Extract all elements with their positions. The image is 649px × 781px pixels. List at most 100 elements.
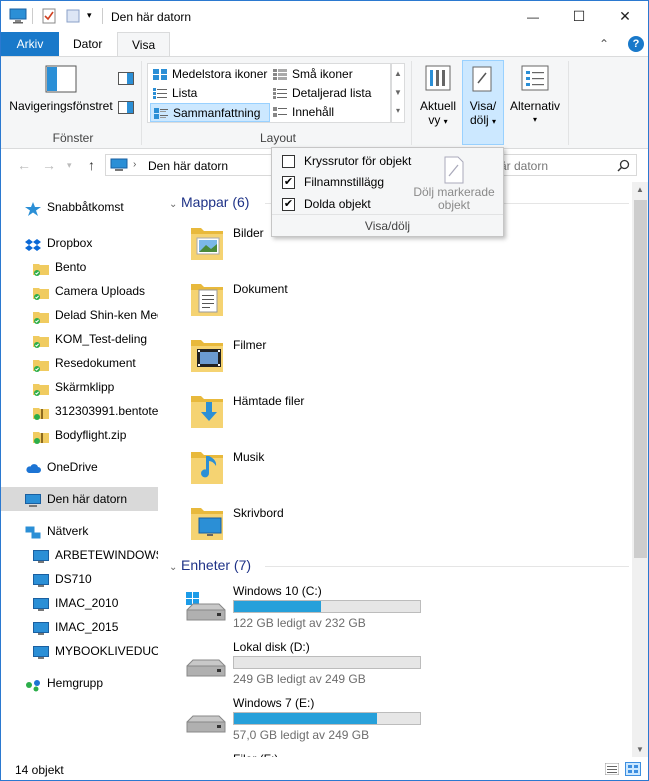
- layout-tiles[interactable]: Sammanfattning: [150, 103, 270, 122]
- nav-item[interactable]: Camera Uploads: [1, 279, 158, 303]
- properties-icon[interactable]: [41, 8, 57, 24]
- navigation-pane-button[interactable]: Navigeringsfönstret: [7, 99, 115, 113]
- layout-content[interactable]: Innehåll: [270, 103, 388, 122]
- drive-item[interactable]: Windows 10 (C:) 122 GB ledigt av 232 GB: [183, 584, 483, 640]
- navigation-pane-icon[interactable]: [45, 65, 77, 93]
- layout-gallery-scroll[interactable]: ▲ ▼ ▾: [391, 63, 405, 123]
- nav-item-label: MYBOOKLIVEDUO: [55, 644, 158, 658]
- nav-item[interactable]: KOM_Test-deling: [1, 327, 158, 351]
- nav-item[interactable]: Bento: [1, 255, 158, 279]
- nav-item-label: Nätverk: [47, 524, 89, 538]
- layout-list[interactable]: Lista: [150, 84, 270, 103]
- nav-item[interactable]: OneDrive: [1, 455, 158, 479]
- show-hide-group-label: Visa/dölj: [272, 214, 503, 236]
- computer-icon[interactable]: [9, 8, 27, 24]
- breadcrumb[interactable]: Den här datorn: [148, 159, 228, 173]
- drive-item[interactable]: Windows 7 (E:) 57,0 GB ledigt av 249 GB: [183, 696, 483, 752]
- options-icon[interactable]: [521, 65, 549, 91]
- checkbox-checked-icon[interactable]: ✔: [282, 198, 295, 211]
- nav-item[interactable]: Resedokument: [1, 351, 158, 375]
- devices-section-header[interactable]: ⌄ Enheter (7): [169, 557, 251, 573]
- preview-pane-icon[interactable]: [118, 72, 134, 85]
- layout-medium-icons[interactable]: Medelstora ikoner: [150, 65, 270, 84]
- checkbox-checked-icon[interactable]: ✔: [282, 176, 295, 189]
- options-button[interactable]: Alternativ ▾: [505, 99, 565, 127]
- layout-label: Lista: [172, 86, 198, 100]
- tab-view[interactable]: Visa: [117, 32, 171, 57]
- title-bar: ▾ Den här datorn — ☐ ✕: [1, 1, 648, 32]
- layout-small-icons[interactable]: Små ikoner: [270, 65, 388, 84]
- close-button[interactable]: ✕: [602, 1, 648, 32]
- show-hide-button[interactable]: Visa/ dölj ▾: [462, 60, 504, 145]
- show-hide-option[interactable]: ✔ Dolda objekt: [282, 195, 371, 213]
- details-view-icon[interactable]: [605, 763, 619, 775]
- back-icon[interactable]: ←: [17, 157, 31, 173]
- nav-item[interactable]: ARBETEWINDOWS1: [1, 543, 158, 567]
- customize-quick-access-icon[interactable]: ▾: [87, 10, 97, 26]
- new-folder-icon[interactable]: [65, 8, 81, 24]
- show-hide-option[interactable]: Kryssrutor för objekt: [282, 152, 411, 170]
- current-view-icon[interactable]: [425, 65, 451, 91]
- monitor-icon: [33, 620, 49, 635]
- search-icon[interactable]: [617, 159, 630, 172]
- nav-item[interactable]: IMAC_2015: [1, 615, 158, 639]
- current-view-label-2: vy ▾: [415, 113, 461, 129]
- nav-item[interactable]: Den här datorn: [1, 487, 158, 511]
- details-icon: [273, 88, 287, 99]
- minimize-button[interactable]: —: [510, 1, 556, 32]
- nav-item[interactable]: Skärmklipp: [1, 375, 158, 399]
- drive-usage-fill: [234, 601, 322, 612]
- show-hide-option[interactable]: ✔ Filnamnstillägg: [282, 173, 384, 191]
- nav-item[interactable]: Bodyflight.zip: [1, 423, 158, 447]
- tab-computer[interactable]: Dator: [59, 32, 116, 56]
- nav-item[interactable]: Snabbåtkomst: [1, 195, 158, 219]
- folder-item[interactable]: Musik: [183, 442, 483, 490]
- nav-item[interactable]: 312303991.bentoter: [1, 399, 158, 423]
- collapse-ribbon-icon[interactable]: ⌃: [599, 32, 615, 56]
- folder-item[interactable]: Filmer: [183, 330, 483, 378]
- hard-drive-icon: [186, 715, 226, 733]
- details-pane-icon[interactable]: [118, 101, 134, 114]
- folder-item[interactable]: Hämtade filer: [183, 386, 483, 434]
- nav-item[interactable]: Hemgrupp: [1, 671, 158, 695]
- vertical-scrollbar[interactable]: ▲ ▼: [632, 182, 648, 757]
- nav-item[interactable]: Delad Shin-ken Med: [1, 303, 158, 327]
- drive-item[interactable]: Lokal disk (D:) 249 GB ledigt av 249 GB: [183, 640, 483, 696]
- breadcrumb-separator-icon[interactable]: ›: [133, 159, 136, 170]
- monitor-icon: [33, 596, 49, 611]
- nav-item[interactable]: Dropbox: [1, 231, 158, 255]
- recent-locations-icon[interactable]: ▾: [67, 160, 72, 171]
- hide-selected-icon: [444, 156, 464, 184]
- zip-icon: [33, 404, 49, 420]
- maximize-button[interactable]: ☐: [556, 1, 602, 32]
- downloads-folder-icon: [191, 396, 223, 428]
- item-count: 14 objekt: [15, 763, 64, 777]
- tiles-icon: [154, 108, 168, 119]
- large-icons-view-icon[interactable]: [625, 762, 641, 776]
- folders-section-header[interactable]: ⌄ Mappar (6): [169, 194, 249, 210]
- nav-item[interactable]: Nätverk: [1, 519, 158, 543]
- list-icon: [153, 88, 167, 99]
- scroll-down-icon[interactable]: ▼: [636, 745, 644, 754]
- show-hide-option-label: Dolda objekt: [304, 197, 371, 211]
- nav-item[interactable]: MYBOOKLIVEDUO: [1, 639, 158, 663]
- tab-file[interactable]: Arkiv: [1, 32, 59, 56]
- more-icon[interactable]: ▾: [392, 102, 404, 120]
- folder-item[interactable]: Skrivbord: [183, 498, 483, 546]
- scroll-up-icon[interactable]: ▲: [636, 185, 644, 194]
- videos-folder-icon: [191, 340, 223, 372]
- folder-item[interactable]: Dokument: [183, 274, 483, 322]
- up-icon[interactable]: ↑: [88, 157, 95, 173]
- scroll-down-icon[interactable]: ▼: [392, 84, 404, 102]
- dropdown-arrow-icon: ▾: [492, 117, 497, 126]
- help-icon[interactable]: ?: [628, 36, 644, 52]
- layout-details[interactable]: Detaljerad lista: [270, 84, 388, 103]
- nav-item[interactable]: DS710: [1, 567, 158, 591]
- scrollbar-thumb[interactable]: [634, 200, 647, 558]
- forward-icon[interactable]: →: [42, 157, 56, 173]
- nav-item[interactable]: IMAC_2010: [1, 591, 158, 615]
- scroll-up-icon[interactable]: ▲: [392, 64, 404, 84]
- current-view-button[interactable]: Aktuell vy ▾: [415, 99, 461, 129]
- search-input[interactable]: är datorn: [500, 159, 548, 173]
- checkbox-unchecked-icon[interactable]: [282, 155, 295, 168]
